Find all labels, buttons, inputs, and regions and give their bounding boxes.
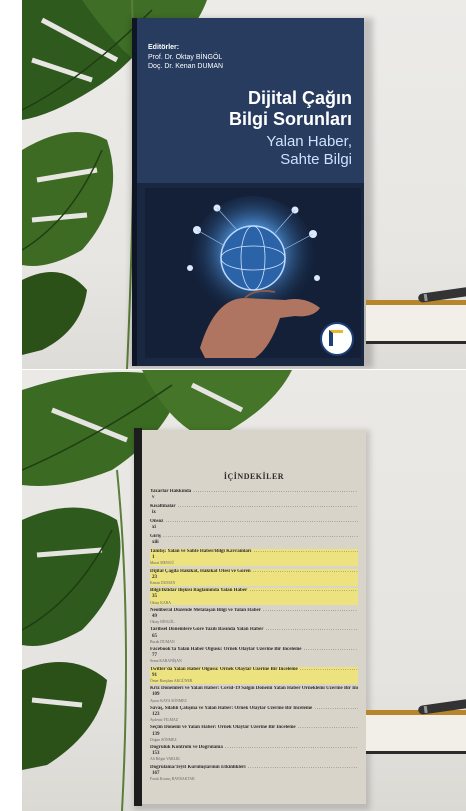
- notebook: [366, 710, 466, 754]
- toc-entry-title: Seçim Dönemi ve Yalan Haber: Örnek Olayl…: [150, 725, 358, 731]
- publisher-logo: [320, 322, 354, 356]
- toc-entry-author: Ömer Barışhan AKGÜNER: [150, 678, 193, 683]
- toc-entry-author: Aynur KAYA SÖNMEZ: [150, 698, 187, 703]
- toc-entry-title: Önsöz: [150, 519, 358, 525]
- cover-title-line: Dijital Çağın: [247, 88, 352, 108]
- editor-name: Prof. Dr. Oktay BİNGÖL: [148, 54, 223, 61]
- cover-header: Editörler: Prof. Dr. Oktay BİNGÖL Doç. D…: [137, 18, 364, 183]
- toc-entry: Girişxiii: [150, 534, 358, 546]
- toc-entry-title: Savaş, Silahlı Çatışma ve Yalan Haber: Ö…: [150, 706, 358, 712]
- contents-page: İÇİNDEKİLER Yazarlar Hakkındav Kısaltmala…: [142, 430, 366, 804]
- toc-entry-author: Oktay KARA: [150, 600, 171, 605]
- toc-entry: Kriz Dönemleri ve Yalan Haber: Covid-19 …: [150, 686, 358, 703]
- toc-entry-page: v: [152, 495, 155, 501]
- toc-entry-author: Faruk Kıvanç BAYRAKTAR: [150, 776, 195, 781]
- toc-entry: Kısaltmalarix: [150, 504, 358, 516]
- toc-entry-title: Kriz Dönemleri ve Yalan Haber: Covid-19 …: [150, 686, 358, 692]
- toc-entry: Önsözxi: [150, 519, 358, 531]
- toc-entry-title: Bilgi/İktidar İlişkisi Bağlamında Yalan …: [150, 588, 358, 594]
- toc-entry-title: Dijital Çağda Hakikat, Hakikat Ötesi ve …: [150, 569, 358, 575]
- toc-entry-author: Kenan DUMAN: [150, 581, 176, 585]
- toc-entry-page: xi: [152, 525, 156, 531]
- toc-entry: Twitter'da Yalan Haber Olgusu: Örnek Ola…: [150, 666, 358, 684]
- cover-photo: Editörler: Prof. Dr. Oktay BİNGÖL Doç. D…: [22, 0, 466, 369]
- toc-entry-author: Murat MENGÜ: [150, 561, 175, 566]
- editor-name: Doç. Dr. Kenan DUMAN: [148, 63, 224, 70]
- cover-subtitle-line: Sahte Bilgi: [280, 151, 352, 168]
- cover-subtitle-line: Yalan Haber,: [266, 133, 352, 150]
- toc-entry: Tarihsel Dönemlere Göre Yazılı Basında Y…: [150, 627, 358, 644]
- toc-entry-author: Aydeniz YILMAZ: [150, 718, 179, 723]
- toc-entry: Facebook'ta Yalan Haber Olgusu: Örnek Ol…: [150, 647, 358, 664]
- toc-entry-title: Twitter'da Yalan Haber Olgusu: Örnek Ola…: [150, 667, 358, 673]
- toc-entry-author: Ali Bilgin VARLIK: [150, 757, 181, 762]
- editors-label: Editörler:: [148, 44, 180, 51]
- toc-entry-author: Burak DUMAN: [150, 639, 175, 644]
- toc-entry: Bilgi/İktidar İlişkisi Bağlamında Yalan …: [150, 588, 358, 606]
- toc-entry: Neoliberal Düzende Metalaşan Bilgi ve Ya…: [150, 608, 358, 625]
- toc-entry-title: Kısaltmalar: [150, 504, 358, 510]
- toc-entry: Seçim Dönemi ve Yalan Haber: Örnek Olayl…: [150, 725, 358, 742]
- toc-entry: Doğrulama/Teyit Kuruluşlarının Etkinlikl…: [150, 765, 358, 782]
- toc-entry-title: Tanıtış: Yalan ve Sahte Haber/Bilgi Kavr…: [150, 549, 358, 555]
- contents-photo: İÇİNDEKİLER Yazarlar Hakkındav Kısaltmala…: [22, 370, 466, 811]
- toc-entry: Savaş, Silahlı Çatışma ve Yalan Haber: Ö…: [150, 706, 358, 723]
- toc-entry-title: Neoliberal Düzende Metalaşan Bilgi ve Ya…: [150, 608, 358, 614]
- toc-entry-page: ix: [152, 510, 156, 516]
- notebook: [366, 300, 466, 344]
- contents-list: Yazarlar Hakkındav Kısaltmalarix Önsözxi Gi…: [150, 489, 358, 782]
- toc-entry-title: Facebook'ta Yalan Haber Olgusu: Örnek Ol…: [150, 647, 358, 653]
- toc-entry-title: Doğruluk Kontrolü ve Doğrulama: [150, 745, 358, 751]
- toc-entry-author: Doğan SÖNMEZ: [150, 737, 177, 742]
- contents-heading: İÇİNDEKİLER: [223, 472, 285, 481]
- toc-entry: Dijital Çağda Hakikat, Hakikat Ötesi ve …: [150, 568, 358, 586]
- book-cover: Editörler: Prof. Dr. Oktay BİNGÖL Doç. D…: [132, 18, 364, 366]
- toc-entry-title: Tarihsel Dönemlere Göre Yazılı Basında Y…: [150, 627, 358, 633]
- toc-entry-author: Oktay BİNGÖL: [150, 620, 175, 625]
- toc-entry: Yazarlar Hakkındav: [150, 489, 358, 501]
- toc-entry: Doğruluk Kontrolü ve Doğrulama153Ali Bil…: [150, 745, 358, 762]
- toc-entry-page: xiii: [152, 540, 159, 546]
- book-spine: [134, 428, 142, 806]
- toc-entry-author: Sema KARANİŞAN: [150, 659, 182, 664]
- toc-entry-title: Giriş: [150, 534, 358, 540]
- toc-entry-title: Doğrulama/Teyit Kuruluşlarının Etkinlikl…: [150, 765, 358, 771]
- cover-title-line: Bilgi Sorunları: [228, 109, 352, 129]
- toc-entry-title: Yazarlar Hakkında: [150, 489, 358, 495]
- toc-entry: Tanıtış: Yalan ve Sahte Haber/Bilgi Kavr…: [150, 549, 358, 566]
